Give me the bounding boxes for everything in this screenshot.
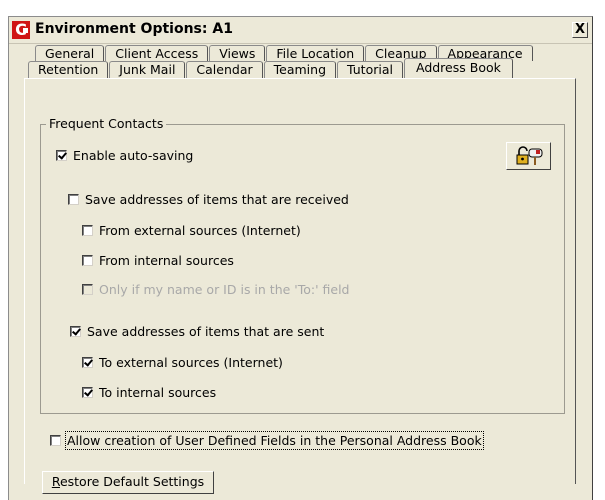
enable-auto-saving-checkbox[interactable]: Enable auto-saving: [56, 148, 193, 163]
only-if-my-name-checkbox: Only if my name or ID is in the 'To:' fi…: [82, 282, 349, 297]
save-sent-label: Save addresses of items that are sent: [87, 324, 325, 339]
tab-teaming[interactable]: Teaming: [263, 61, 337, 78]
checkbox-box[interactable]: [70, 326, 81, 337]
title-bar: C Environment Options: A1 X: [9, 17, 592, 44]
to-internal-label: To internal sources: [99, 385, 217, 400]
save-received-checkbox[interactable]: Save addresses of items that are receive…: [68, 192, 349, 207]
checkbox-box[interactable]: [82, 357, 93, 368]
restore-label: estore Default Settings: [59, 474, 205, 489]
checkbox-box[interactable]: [50, 435, 61, 446]
tab-file-location[interactable]: File Location: [266, 45, 365, 61]
enable-auto-saving-label: Enable auto-saving: [73, 148, 194, 163]
groupwise-app-icon: C: [12, 21, 30, 39]
save-sent-checkbox[interactable]: Save addresses of items that are sent: [70, 324, 324, 339]
tab-address-book[interactable]: Address Book: [403, 58, 513, 78]
restore-mnemonic: R: [51, 474, 60, 489]
unlock-mailbox-icon: [516, 146, 543, 165]
from-internal-checkbox[interactable]: From internal sources: [82, 253, 234, 268]
frequent-contacts-label: Frequent Contacts: [46, 116, 167, 131]
tab-general[interactable]: General: [35, 45, 105, 61]
to-external-checkbox[interactable]: To external sources (Internet): [82, 355, 283, 370]
from-external-checkbox[interactable]: From external sources (Internet): [82, 223, 301, 238]
save-received-label: Save addresses of items that are receive…: [85, 192, 349, 207]
only-if-my-name-label: Only if my name or ID is in the 'To:' fi…: [99, 282, 350, 297]
restore-default-settings-button[interactable]: Restore Default Settings: [42, 471, 214, 494]
checkbox-box[interactable]: [82, 225, 93, 236]
from-external-label: From external sources (Internet): [99, 223, 301, 238]
checkbox-box: [82, 284, 93, 295]
frequent-contacts-group: [40, 124, 565, 414]
tab-calendar[interactable]: Calendar: [186, 61, 263, 78]
checkbox-box[interactable]: [82, 387, 93, 398]
allow-user-defined-fields-label: Allow creation of User Defined Fields in…: [65, 431, 484, 450]
tab-junk-mail[interactable]: Junk Mail: [109, 61, 186, 78]
tab-retention[interactable]: Retention: [28, 61, 109, 78]
from-internal-label: From internal sources: [99, 253, 234, 268]
close-button[interactable]: X: [572, 22, 588, 38]
tab-row-front: Retention Junk Mail Calendar Teaming Tut…: [28, 58, 514, 78]
lock-settings-button[interactable]: [506, 142, 551, 170]
close-icon: X: [574, 22, 586, 37]
allow-user-defined-fields-checkbox[interactable]: Allow creation of User Defined Fields in…: [50, 431, 484, 450]
checkbox-box[interactable]: [56, 150, 67, 161]
checkbox-box[interactable]: [82, 255, 93, 266]
checkbox-box[interactable]: [68, 194, 79, 205]
window-title: Environment Options: A1: [35, 21, 233, 37]
tab-views[interactable]: Views: [209, 45, 266, 61]
to-internal-checkbox[interactable]: To internal sources: [82, 385, 216, 400]
to-external-label: To external sources (Internet): [99, 355, 283, 370]
tab-client-access[interactable]: Client Access: [105, 45, 209, 61]
tab-tutorial[interactable]: Tutorial: [337, 61, 403, 78]
